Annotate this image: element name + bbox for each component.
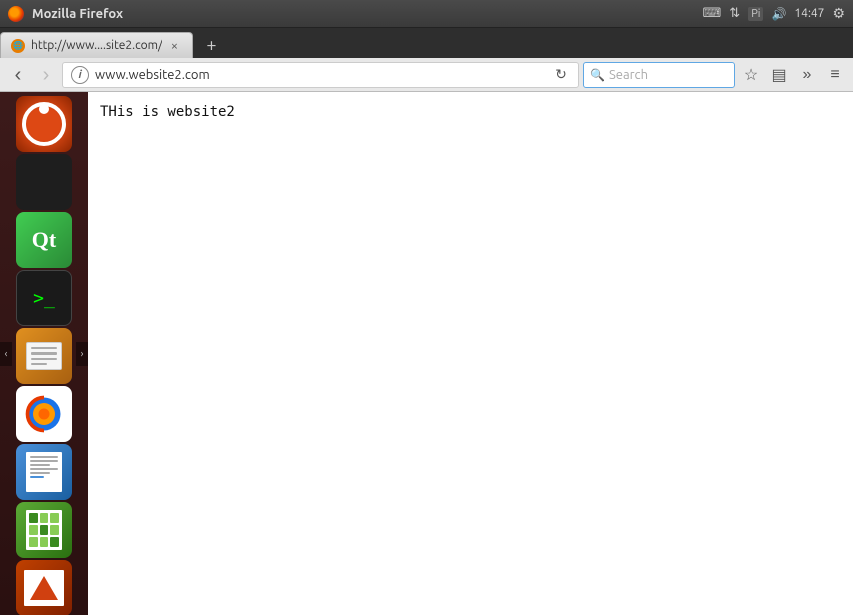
info-button[interactable]: i <box>71 66 89 84</box>
navbar: ‹ › i www.website2.com ↻ 🔍 Search ☆ ▤ » … <box>0 58 853 92</box>
sidebar-item-terminal[interactable]: >_ <box>16 270 72 326</box>
menu-button[interactable]: ≡ <box>823 63 847 87</box>
sidebar-item-firefox[interactable] <box>16 386 72 442</box>
address-bar[interactable]: i www.website2.com ↻ <box>62 62 579 88</box>
keyboard-icon: ⌨ <box>703 6 722 21</box>
back-icon: ‹ <box>15 65 22 85</box>
writer-line2 <box>30 460 58 462</box>
sidebar-item-qt[interactable]: Qt <box>16 212 72 268</box>
files-line2 <box>31 352 57 354</box>
overflow-button[interactable]: » <box>795 63 819 87</box>
tabbar: 🌐 http://www....site2.com/ × + <box>0 28 853 58</box>
reader-icon: ▤ <box>771 65 786 85</box>
writer-line6 <box>30 476 44 478</box>
tab-label: http://www....site2.com/ <box>31 39 162 52</box>
calc-cell8 <box>40 537 49 547</box>
network-icon: ⇅ <box>729 6 740 21</box>
info-icon: i <box>78 69 81 81</box>
calc-cell1 <box>29 513 38 523</box>
search-icon: 🔍 <box>590 68 605 82</box>
writer-line5 <box>30 472 50 474</box>
files-line1 <box>31 347 57 349</box>
tab-favicon: 🌐 <box>11 39 25 53</box>
search-placeholder: Search <box>609 68 648 82</box>
volume-icon: 🔊 <box>771 7 786 21</box>
forward-button[interactable]: › <box>34 63 58 87</box>
calc-cell6 <box>50 525 59 535</box>
sidebar-scroll-right[interactable]: › <box>76 342 88 366</box>
bookmark-button[interactable]: ☆ <box>739 63 763 87</box>
writer-line4 <box>30 468 58 470</box>
calc-icon <box>26 510 62 550</box>
menu-icon: ≡ <box>830 66 839 84</box>
clock: 14:47 <box>794 7 824 20</box>
files-line3 <box>31 358 57 360</box>
calc-cell9 <box>50 537 59 547</box>
sidebar-item-calc[interactable] <box>16 502 72 558</box>
firefox-logo <box>8 6 24 22</box>
writer-icon <box>26 452 62 492</box>
search-bar[interactable]: 🔍 Search <box>583 62 735 88</box>
files-icon <box>26 342 62 370</box>
titlebar: Mozilla Firefox ⌨ ⇅ Pi 🔊 14:47 ⚙ <box>0 0 853 28</box>
sidebar-item-windows[interactable] <box>16 154 72 210</box>
new-tab-button[interactable]: + <box>197 35 225 55</box>
calc-cell7 <box>29 537 38 547</box>
forward-icon: › <box>43 65 50 85</box>
calc-cell3 <box>50 513 59 523</box>
titlebar-controls: ⌨ ⇅ Pi 🔊 14:47 ⚙ <box>703 5 845 22</box>
main-area: ‹ Qt >_ <box>0 92 853 615</box>
chevron-left-icon: ‹ <box>5 348 8 359</box>
page-content: THis is website2 <box>100 104 841 120</box>
writer-line3 <box>30 464 50 466</box>
bookmark-icon: ☆ <box>744 65 758 85</box>
impress-icon <box>24 570 64 606</box>
reload-button[interactable]: ↻ <box>550 64 572 86</box>
qt-label: Qt <box>32 227 56 253</box>
firefox-svg-icon <box>22 392 66 436</box>
writer-line1 <box>30 456 58 458</box>
reload-icon: ↻ <box>555 66 567 83</box>
sidebar-item-impress[interactable] <box>16 560 72 615</box>
sidebar-item-ubuntu[interactable] <box>16 96 72 152</box>
calc-cell5 <box>40 525 49 535</box>
sidebar-item-files[interactable] <box>16 328 72 384</box>
reader-button[interactable]: ▤ <box>767 63 791 87</box>
pi-icon: Pi <box>748 7 763 21</box>
tab-close-button[interactable]: × <box>166 38 182 54</box>
overflow-icon: » <box>803 66 812 84</box>
calc-cell2 <box>40 513 49 523</box>
terminal-prompt-icon: >_ <box>33 288 55 309</box>
sidebar-scroll-left[interactable]: ‹ <box>0 342 12 366</box>
sidebar-item-writer[interactable] <box>16 444 72 500</box>
files-line4 <box>31 363 47 365</box>
sidebar: ‹ Qt >_ <box>0 92 88 615</box>
settings-icon[interactable]: ⚙ <box>832 5 845 22</box>
address-text: www.website2.com <box>95 68 550 82</box>
chevron-right-icon: › <box>81 348 84 359</box>
impress-shape-icon <box>30 576 58 600</box>
content-area: THis is website2 <box>88 92 853 615</box>
back-button[interactable]: ‹ <box>6 63 30 87</box>
active-tab[interactable]: 🌐 http://www....site2.com/ × <box>0 32 193 58</box>
calc-cell4 <box>29 525 38 535</box>
titlebar-title: Mozilla Firefox <box>32 7 123 21</box>
